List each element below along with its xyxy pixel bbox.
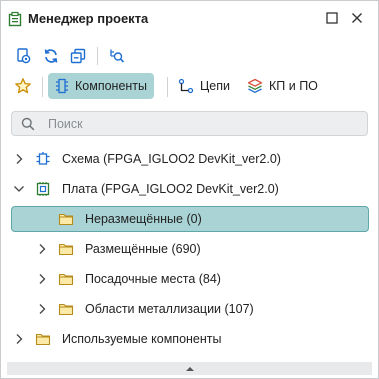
toolbar-separator — [97, 47, 98, 65]
chevron-right-icon[interactable] — [14, 333, 24, 348]
tab-layers[interactable]: КП и ПО — [240, 73, 325, 99]
tab-components[interactable]: Компоненты — [48, 73, 155, 99]
board-icon — [35, 181, 51, 200]
folder-icon — [58, 271, 74, 290]
folder-icon — [58, 241, 74, 260]
tab-nets-label: Цепи — [200, 79, 230, 93]
tree-item-board[interactable]: Плата (FPGA_IGLOO2 DevKit_ver2.0) — [1, 176, 378, 202]
favorites-star-icon[interactable] — [14, 77, 32, 98]
refresh-icon[interactable] — [42, 47, 60, 68]
tree-item-footprints[interactable]: Посадочные места (84) — [1, 266, 378, 292]
tree-item-used-components[interactable]: Используемые компоненты — [1, 326, 378, 352]
nets-icon — [178, 78, 194, 94]
chevron-down-icon[interactable] — [13, 183, 25, 197]
find-in-tree-icon[interactable] — [108, 47, 126, 68]
search-box — [11, 111, 368, 136]
maximize-icon[interactable] — [326, 12, 338, 27]
panel-expand-strip[interactable] — [7, 362, 372, 375]
folder-icon — [35, 331, 51, 350]
chevron-up-icon — [184, 365, 196, 373]
panel-title: Менеджер проекта — [28, 11, 149, 26]
chevron-right-icon[interactable] — [14, 153, 24, 168]
panel-header: Менеджер проекта — [1, 1, 378, 37]
chevron-right-icon[interactable] — [37, 243, 47, 258]
tree-item-label: Посадочные места (84) — [85, 272, 221, 286]
tab-nets[interactable]: Цепи — [171, 73, 237, 99]
schematic-icon — [35, 151, 51, 170]
tree-item-label: Используемые компоненты — [62, 332, 222, 346]
chevron-right-icon[interactable] — [37, 273, 47, 288]
folder-icon — [58, 301, 74, 320]
view-mode-icon[interactable] — [15, 47, 33, 68]
tree-item-unplaced[interactable]: Неразмещённые (0) — [1, 206, 378, 232]
folder-icon — [58, 211, 74, 230]
close-icon[interactable] — [351, 12, 363, 27]
tree-item-label: Плата (FPGA_IGLOO2 DevKit_ver2.0) — [62, 182, 279, 196]
chevron-right-icon[interactable] — [37, 303, 47, 318]
tab-layers-label: КП и ПО — [269, 79, 318, 93]
tabs-separator — [42, 77, 43, 97]
tree-item-label: Неразмещённые (0) — [85, 212, 202, 226]
layers-icon — [247, 78, 263, 94]
search-icon — [21, 117, 35, 131]
tree-item-label: Размещённые (690) — [85, 242, 201, 256]
tree-item-schematic[interactable]: Схема (FPGA_IGLOO2 DevKit_ver2.0) — [1, 146, 378, 172]
tree-item-label: Области металлизации (107) — [85, 302, 254, 316]
project-manager-icon — [7, 11, 23, 30]
project-manager-panel: Менеджер проекта Компоненты Цепи КП и ПО… — [0, 0, 379, 379]
search-input[interactable] — [48, 116, 348, 131]
tree-item-copper-areas[interactable]: Области металлизации (107) — [1, 296, 378, 322]
tabs-separator-2 — [167, 77, 168, 97]
tree-item-placed[interactable]: Размещённые (690) — [1, 236, 378, 262]
collapse-all-icon[interactable] — [69, 47, 87, 68]
tree-item-label: Схема (FPGA_IGLOO2 DevKit_ver2.0) — [62, 152, 281, 166]
tab-components-label: Компоненты — [75, 79, 148, 93]
component-icon — [55, 78, 69, 94]
